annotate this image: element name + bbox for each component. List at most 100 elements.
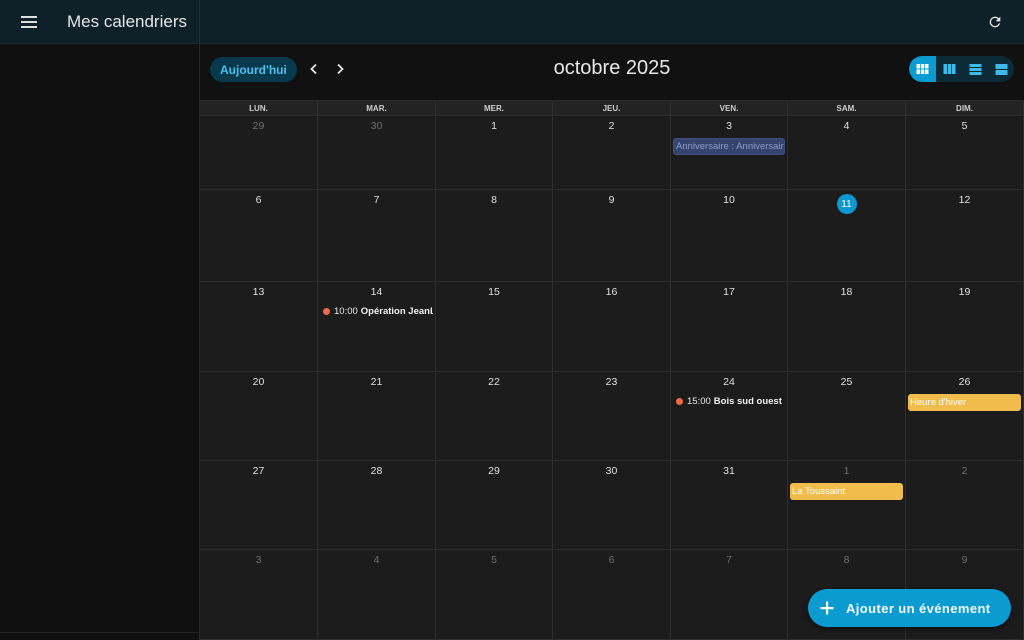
day-number[interactable]: 29	[436, 465, 552, 477]
day-number[interactable]: 6	[553, 554, 670, 566]
day-number[interactable]: 19	[906, 286, 1023, 298]
day-number[interactable]: 16	[553, 286, 670, 298]
day-cell[interactable]: 15	[436, 282, 553, 371]
day-number[interactable]: 26	[906, 376, 1023, 388]
day-cell[interactable]: 28	[318, 461, 436, 549]
refresh-button[interactable]	[984, 11, 1006, 33]
day-cell[interactable]: 25	[788, 372, 906, 460]
timed-event[interactable]: 10:00Opération JeanLo	[323, 304, 433, 318]
day-number[interactable]: 27	[200, 465, 317, 477]
day-cell[interactable]: 4	[788, 116, 906, 189]
day-cell[interactable]: 6	[200, 190, 318, 281]
day-cell[interactable]: 16	[553, 282, 671, 371]
day-cell[interactable]: 2	[906, 461, 1024, 549]
day-cell[interactable]: 4	[318, 550, 436, 639]
day-number[interactable]: 1	[788, 465, 905, 477]
today-button[interactable]: Aujourd'hui	[210, 57, 297, 82]
day-cell[interactable]: 1	[436, 116, 553, 189]
day-number[interactable]: 30	[553, 465, 670, 477]
day-cell[interactable]: 31	[671, 461, 788, 549]
day-cell[interactable]: 9	[553, 190, 671, 281]
day-number[interactable]: 20	[200, 376, 317, 388]
day-cell[interactable]: 23	[553, 372, 671, 460]
day-cell[interactable]: 8	[436, 190, 553, 281]
day-cell[interactable]: 7	[318, 190, 436, 281]
view-day-button[interactable]	[988, 56, 1014, 82]
day-number[interactable]: 21	[318, 376, 435, 388]
day-cell[interactable]: 29	[200, 116, 318, 189]
day-number[interactable]: 22	[436, 376, 552, 388]
day-cell[interactable]: 14 10:00Opération JeanLo	[318, 282, 436, 371]
day-number[interactable]: 5	[906, 120, 1023, 132]
day-number[interactable]: 30	[318, 120, 435, 132]
day-cell[interactable]: 11	[788, 190, 906, 281]
day-cell[interactable]: 3 Anniversaire : Anniversaire	[671, 116, 788, 189]
day-cell[interactable]: 22	[436, 372, 553, 460]
week-row: 27 28 29 30 31 1 La Toussaint 2	[200, 461, 1024, 550]
day-number[interactable]: 15	[436, 286, 552, 298]
day-cell[interactable]: 29	[436, 461, 553, 549]
day-cell[interactable]: 5	[436, 550, 553, 639]
day-number[interactable]: 7	[318, 194, 435, 206]
day-cell[interactable]: 17	[671, 282, 788, 371]
holiday-event[interactable]: La Toussaint	[790, 483, 903, 500]
day-number[interactable]: 6	[200, 194, 317, 206]
day-cell[interactable]: 20	[200, 372, 318, 460]
day-number[interactable]: 2	[906, 465, 1023, 477]
day-number[interactable]: 3	[200, 554, 317, 566]
day-cell[interactable]: 27	[200, 461, 318, 549]
view-list-button[interactable]	[962, 56, 988, 82]
day-number[interactable]: 23	[553, 376, 670, 388]
day-number[interactable]: 14	[318, 286, 435, 298]
view-month-button[interactable]	[909, 56, 936, 82]
day-cell[interactable]: 5	[906, 116, 1024, 189]
day-number[interactable]: 17	[671, 286, 787, 298]
day-number[interactable]: 8	[788, 554, 905, 566]
day-number[interactable]: 5	[436, 554, 552, 566]
day-cell[interactable]: 30	[318, 116, 436, 189]
day-number[interactable]: 25	[788, 376, 905, 388]
add-event-button[interactable]: Ajouter un événement	[808, 589, 1011, 627]
day-cell[interactable]: 26 Heure d'hiver	[906, 372, 1024, 460]
holiday-event[interactable]: Heure d'hiver	[908, 394, 1021, 411]
day-cell[interactable]: 12	[906, 190, 1024, 281]
day-cell[interactable]: 13	[200, 282, 318, 371]
day-cell[interactable]: 2	[553, 116, 671, 189]
day-cell[interactable]: 30	[553, 461, 671, 549]
day-number[interactable]: 7	[671, 554, 787, 566]
day-cell[interactable]: 7	[671, 550, 788, 639]
day-number[interactable]: 8	[436, 194, 552, 206]
weekday-label: DIM.	[906, 101, 1024, 115]
day-number[interactable]: 28	[318, 465, 435, 477]
day-number[interactable]: 1	[436, 120, 552, 132]
day-cell[interactable]: 21	[318, 372, 436, 460]
day-number[interactable]: 31	[671, 465, 787, 477]
day-cell[interactable]: 6	[553, 550, 671, 639]
day-cell[interactable]: 24 15:00 Bois sud ouest	[671, 372, 788, 460]
next-month-button[interactable]	[329, 58, 351, 80]
day-number[interactable]: 18	[788, 286, 905, 298]
day-cell[interactable]: 18	[788, 282, 906, 371]
day-number[interactable]: 3	[671, 120, 787, 132]
day-number[interactable]: 9	[553, 194, 670, 206]
day-number[interactable]: 24	[671, 376, 787, 388]
day-number[interactable]: 2	[553, 120, 670, 132]
calendar-toolbar: Aujourd'hui octobre 2025	[200, 44, 1024, 100]
day-number[interactable]: 13	[200, 286, 317, 298]
timed-event[interactable]: 15:00 Bois sud ouest	[676, 394, 785, 408]
menu-button[interactable]	[0, 0, 58, 44]
day-number[interactable]: 9	[906, 554, 1023, 566]
day-number[interactable]: 29	[200, 120, 317, 132]
day-number[interactable]: 4	[788, 120, 905, 132]
day-cell[interactable]: 1 La Toussaint	[788, 461, 906, 549]
day-number[interactable]: 4	[318, 554, 435, 566]
previous-month-button[interactable]	[303, 58, 325, 80]
day-number[interactable]: 12	[906, 194, 1023, 206]
day-cell[interactable]: 10	[671, 190, 788, 281]
day-cell[interactable]: 3	[200, 550, 318, 639]
today-date-badge[interactable]: 11	[836, 194, 857, 214]
view-week-button[interactable]	[936, 56, 962, 82]
day-number[interactable]: 10	[671, 194, 787, 206]
anniversary-event[interactable]: Anniversaire : Anniversaire	[673, 138, 785, 155]
day-cell[interactable]: 19	[906, 282, 1024, 371]
